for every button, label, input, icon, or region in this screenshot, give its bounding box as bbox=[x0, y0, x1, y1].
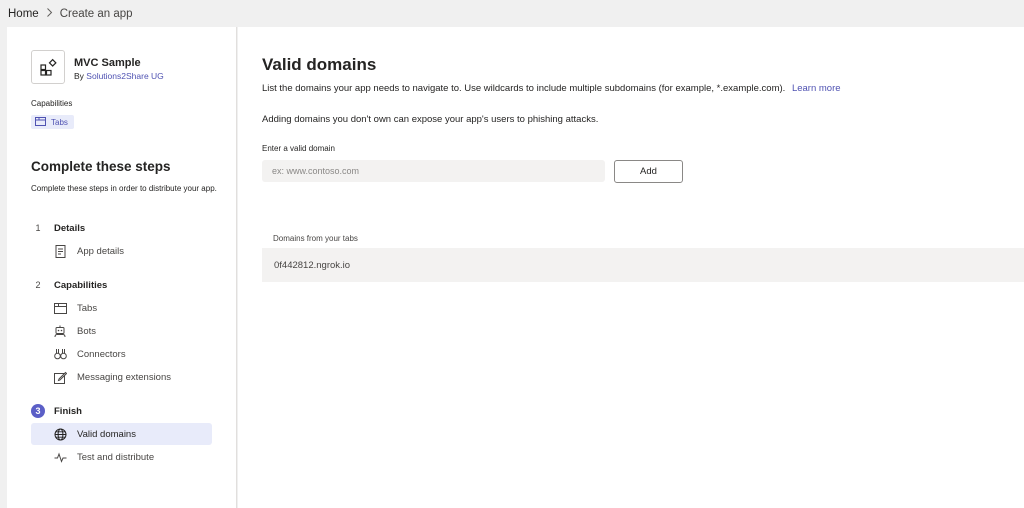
nav-item-bots[interactable]: Bots bbox=[31, 320, 212, 342]
steps-title: Complete these steps bbox=[31, 159, 171, 174]
phishing-warning: Adding domains you don't own can expose … bbox=[262, 114, 599, 125]
app-name: MVC Sample bbox=[74, 57, 141, 69]
connector-icon bbox=[53, 347, 67, 361]
bot-icon bbox=[53, 324, 67, 338]
section-capabilities: 2 Capabilities bbox=[31, 277, 107, 293]
list-item: 0f442812.ngrok.io bbox=[262, 248, 1024, 282]
nav-item-label: Connectors bbox=[77, 348, 126, 360]
nav-item-valid-domains[interactable]: Valid domains bbox=[31, 423, 212, 445]
breadcrumb: Home Create an app bbox=[0, 0, 1024, 27]
step-number-active: 3 bbox=[31, 404, 45, 418]
main-panel: Valid domains List the domains your app … bbox=[238, 27, 1024, 508]
developer-link[interactable]: Solutions2Share UG bbox=[86, 71, 164, 81]
nav-item-app-details[interactable]: App details bbox=[31, 240, 212, 262]
capabilities-label: Capabilities bbox=[31, 99, 73, 108]
step-number: 2 bbox=[35, 280, 41, 290]
step-number: 1 bbox=[35, 223, 41, 233]
tab-window-icon bbox=[35, 116, 46, 128]
breadcrumb-home-link[interactable]: Home bbox=[8, 8, 39, 20]
nav-item-label: Test and distribute bbox=[77, 451, 155, 463]
nav-item-label: Bots bbox=[77, 325, 97, 337]
nav-item-label: Valid domains bbox=[77, 428, 136, 440]
page-description: List the domains your app needs to navig… bbox=[262, 83, 841, 94]
section-details: 1 Details bbox=[31, 220, 85, 236]
app-tile-icon bbox=[31, 50, 65, 84]
tab-window-icon bbox=[53, 301, 67, 315]
capability-chip-label: Tabs bbox=[51, 117, 68, 127]
nav-item-tabs[interactable]: Tabs bbox=[31, 297, 212, 319]
pulse-icon bbox=[53, 450, 67, 464]
page-title: Valid domains bbox=[262, 55, 377, 74]
globe-icon bbox=[53, 427, 67, 441]
nav-item-label: App details bbox=[77, 245, 125, 257]
nav-item-label: Messaging extensions bbox=[77, 371, 171, 383]
section-finish: 3 Finish bbox=[31, 403, 82, 419]
nav-item-connectors[interactable]: Connectors bbox=[31, 343, 212, 365]
domain-input-label: Enter a valid domain bbox=[262, 144, 335, 153]
description-text: List the domains your app needs to navig… bbox=[262, 83, 786, 94]
nav-item-label: Tabs bbox=[77, 302, 98, 314]
steps-description: Complete these steps in order to distrib… bbox=[31, 184, 217, 193]
capability-chip-tabs: Tabs bbox=[31, 115, 74, 129]
section-title: Details bbox=[54, 222, 86, 234]
sidebar: MVC Sample By Solutions2Share UG Capabil… bbox=[7, 27, 237, 508]
document-icon bbox=[53, 244, 67, 258]
section-title: Finish bbox=[54, 405, 82, 417]
learn-more-link[interactable]: Learn more bbox=[792, 83, 841, 94]
chevron-right-icon bbox=[46, 7, 53, 20]
section-title: Capabilities bbox=[54, 279, 108, 291]
domain-input[interactable] bbox=[262, 160, 605, 182]
nav-item-test-and-distribute[interactable]: Test and distribute bbox=[31, 446, 212, 468]
breadcrumb-current: Create an app bbox=[59, 7, 133, 20]
edit-icon bbox=[53, 370, 67, 384]
app-by-prefix: By bbox=[74, 71, 84, 81]
nav-item-messaging-extensions[interactable]: Messaging extensions bbox=[31, 366, 212, 388]
tabs-domains-label: Domains from your tabs bbox=[273, 234, 358, 243]
add-domain-button[interactable]: Add bbox=[614, 160, 683, 183]
app-developer: By Solutions2Share UG bbox=[74, 71, 164, 81]
